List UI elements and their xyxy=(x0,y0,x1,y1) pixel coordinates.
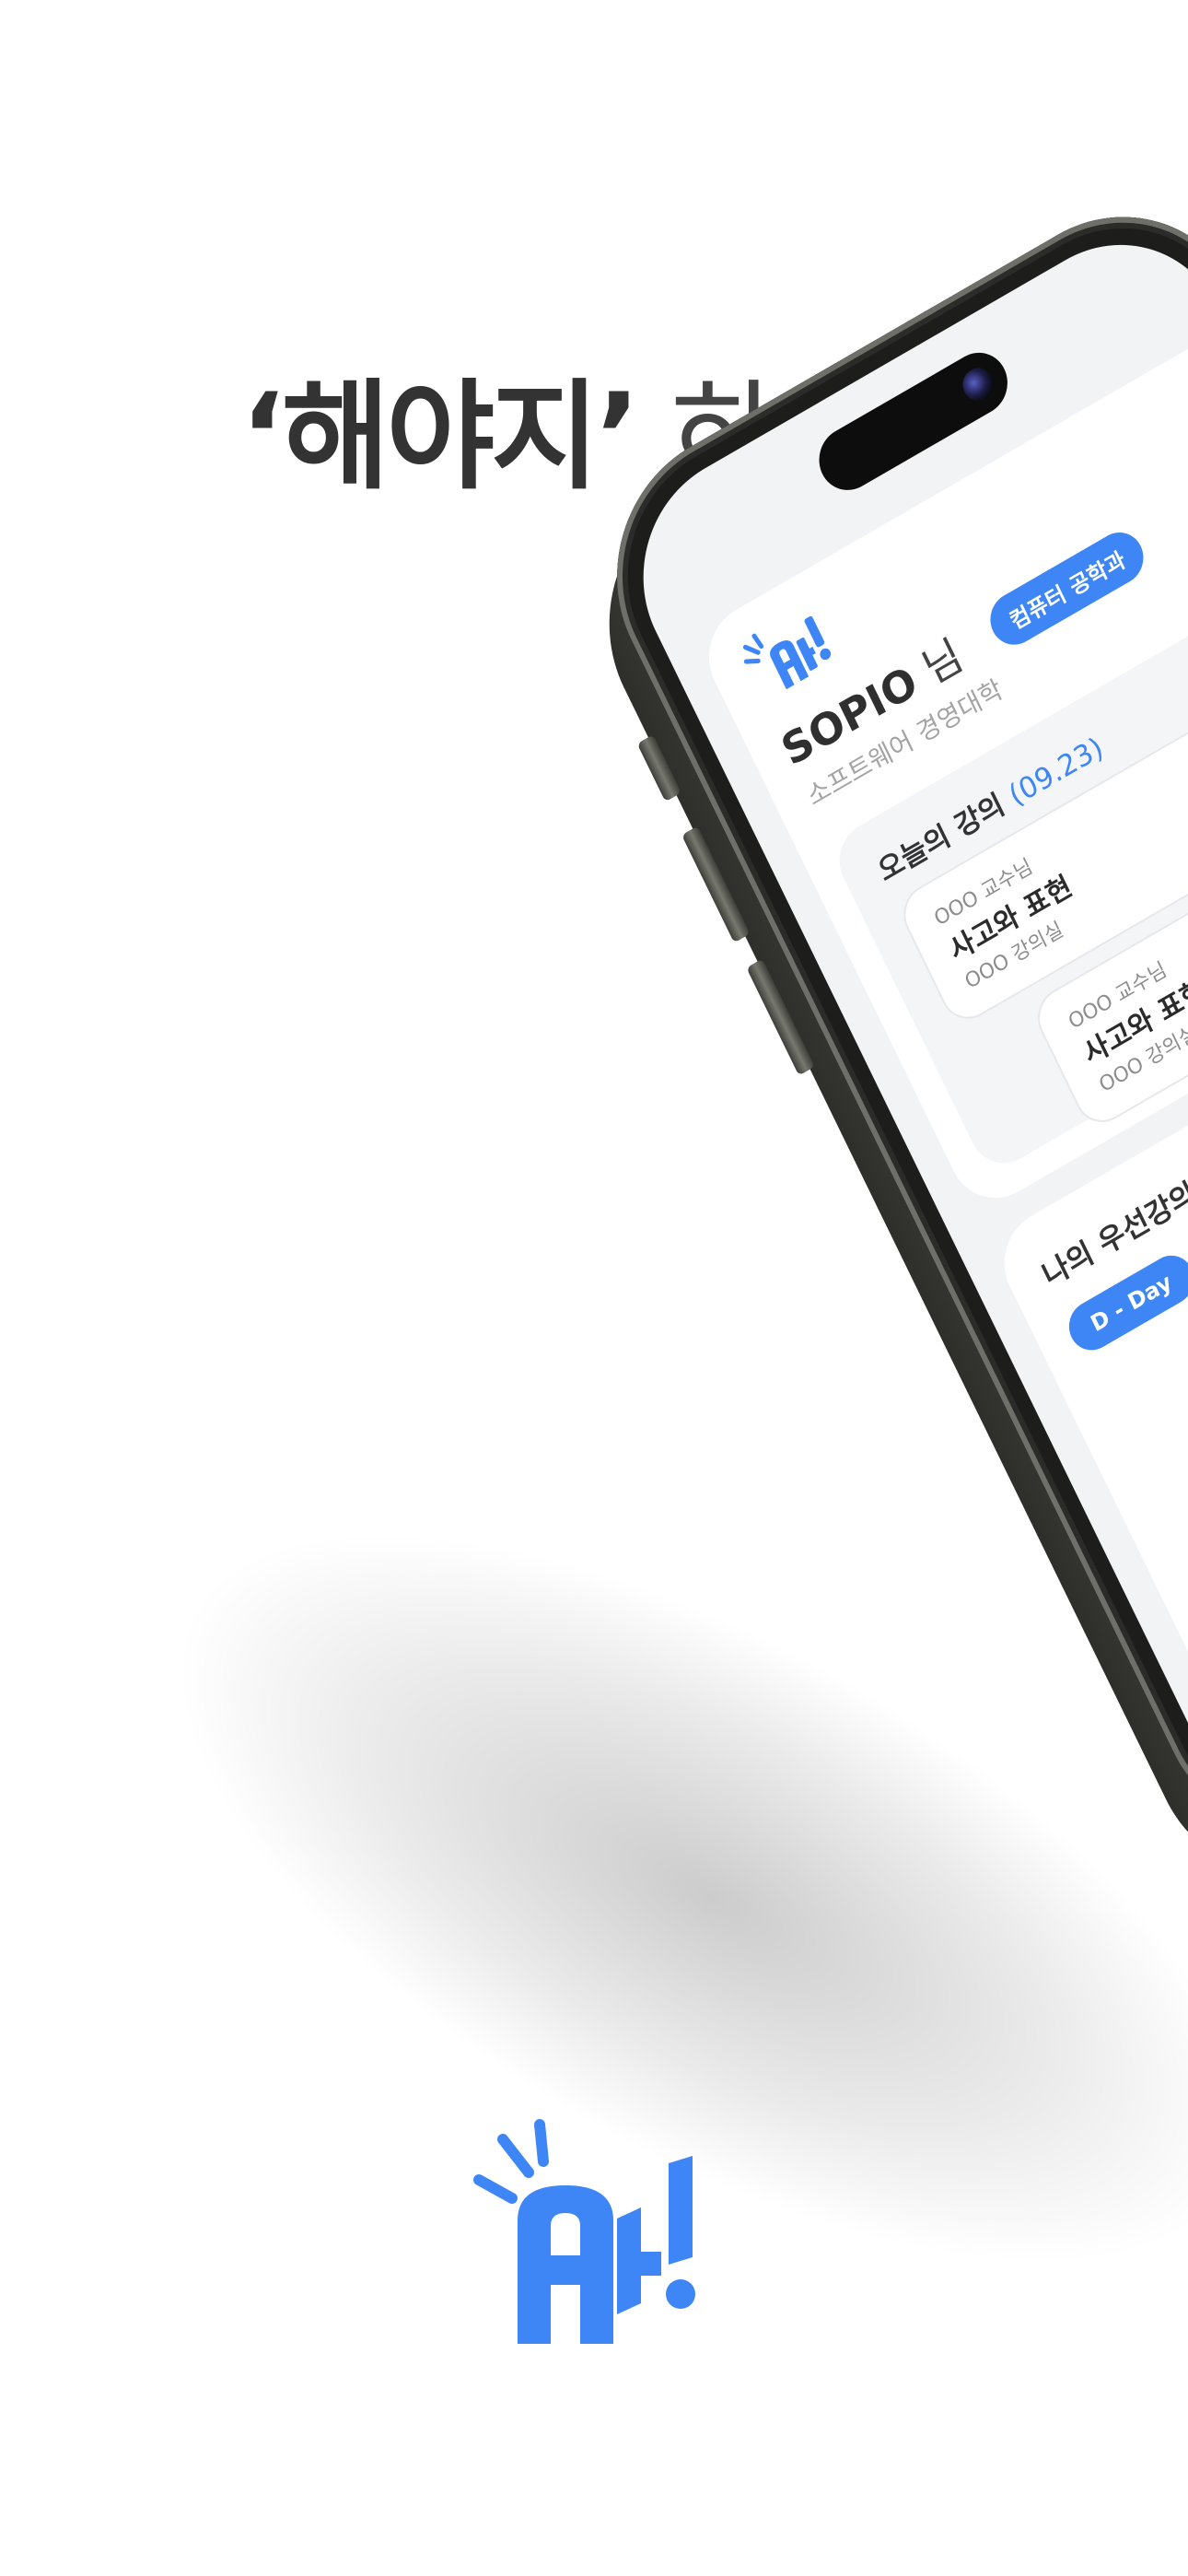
headline-bold: ‘해야지’ xyxy=(239,369,641,506)
brand-logo-icon xyxy=(473,2119,695,2344)
camera-lens-icon xyxy=(957,362,999,406)
